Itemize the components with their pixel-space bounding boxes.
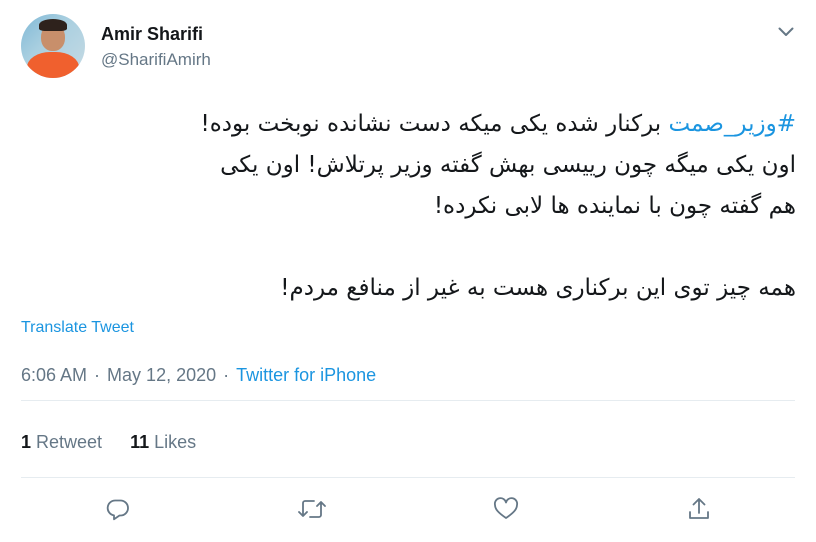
tweet-text: #وزیر_صمت برکنار شده یکی میکه دست نشانده…	[20, 104, 796, 309]
author-display-name[interactable]: Amir Sharifi	[101, 24, 203, 45]
retweets-label: Retweet	[36, 432, 103, 452]
tweet-line: همه چیز توی این برکناری هست به غیر از من…	[280, 275, 796, 301]
tweet-line-text: برکنار شده یکی میکه دست نشانده نوبخت بود…	[200, 111, 669, 137]
retweets-stat[interactable]: 1 Retweet	[21, 432, 102, 453]
divider	[21, 477, 795, 478]
retweet-icon[interactable]	[297, 494, 327, 524]
tweet-line: هم گفته چون با نماینده ها لابی نکرده!	[433, 193, 796, 219]
avatar[interactable]	[21, 14, 85, 78]
hashtag-link[interactable]: #وزیر_صمت	[669, 111, 797, 137]
meta-separator: ·	[94, 365, 101, 385]
likes-label: Likes	[154, 432, 197, 452]
tweet-source-link[interactable]: Twitter for iPhone	[236, 365, 376, 386]
translate-tweet-link[interactable]: Translate Tweet	[21, 319, 134, 337]
tweet-meta: 6:06 AM · May 12, 2020 · Twitter for iPh…	[21, 365, 376, 386]
author-handle[interactable]: @SharifiAmirh	[101, 50, 211, 70]
tweet-line: #وزیر_صمت برکنار شده یکی میکه دست نشانده…	[20, 104, 796, 145]
tweet-date[interactable]: May 12, 2020	[107, 365, 216, 386]
heart-icon[interactable]	[491, 494, 521, 524]
tweet-stats: 1 Retweet 11 Likes	[21, 432, 196, 453]
likes-stat[interactable]: 11 Likes	[130, 432, 196, 453]
likes-count: 11	[130, 432, 150, 452]
retweets-count: 1	[21, 432, 32, 452]
tweet-time[interactable]: 6:06 AM	[21, 365, 87, 386]
share-icon[interactable]	[684, 494, 714, 524]
chevron-down-icon[interactable]	[774, 22, 798, 42]
tweet-actions	[0, 494, 816, 526]
tweet-line: اون یکی میگه چون رییسی بهش گفته وزیر پرت…	[220, 152, 796, 178]
divider	[21, 400, 795, 401]
meta-separator: ·	[223, 365, 230, 385]
reply-icon[interactable]	[103, 494, 133, 524]
